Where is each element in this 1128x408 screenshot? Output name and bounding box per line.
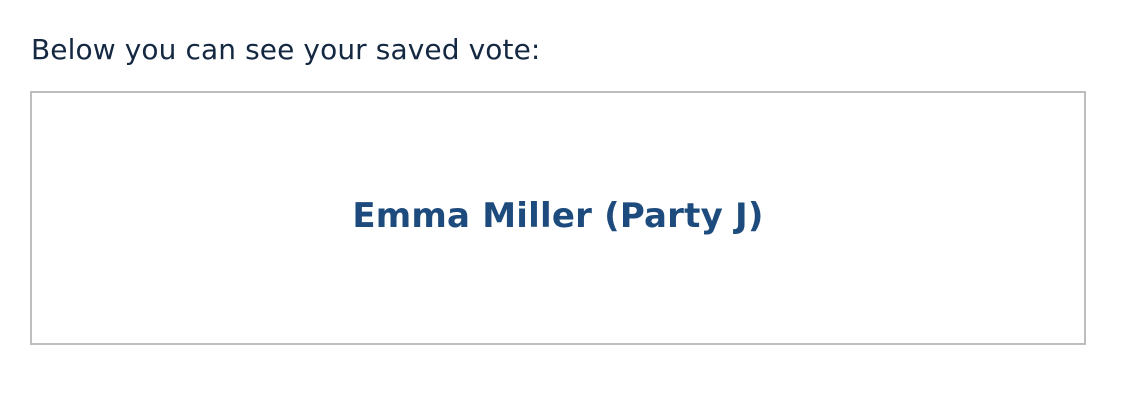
saved-vote-page: Below you can see your saved vote: Emma … — [0, 0, 1128, 408]
saved-vote-intro: Below you can see your saved vote: — [31, 33, 541, 66]
saved-vote-selection: Emma Miller (Party J) — [352, 196, 764, 236]
saved-vote-box: Emma Miller (Party J) — [30, 91, 1086, 345]
